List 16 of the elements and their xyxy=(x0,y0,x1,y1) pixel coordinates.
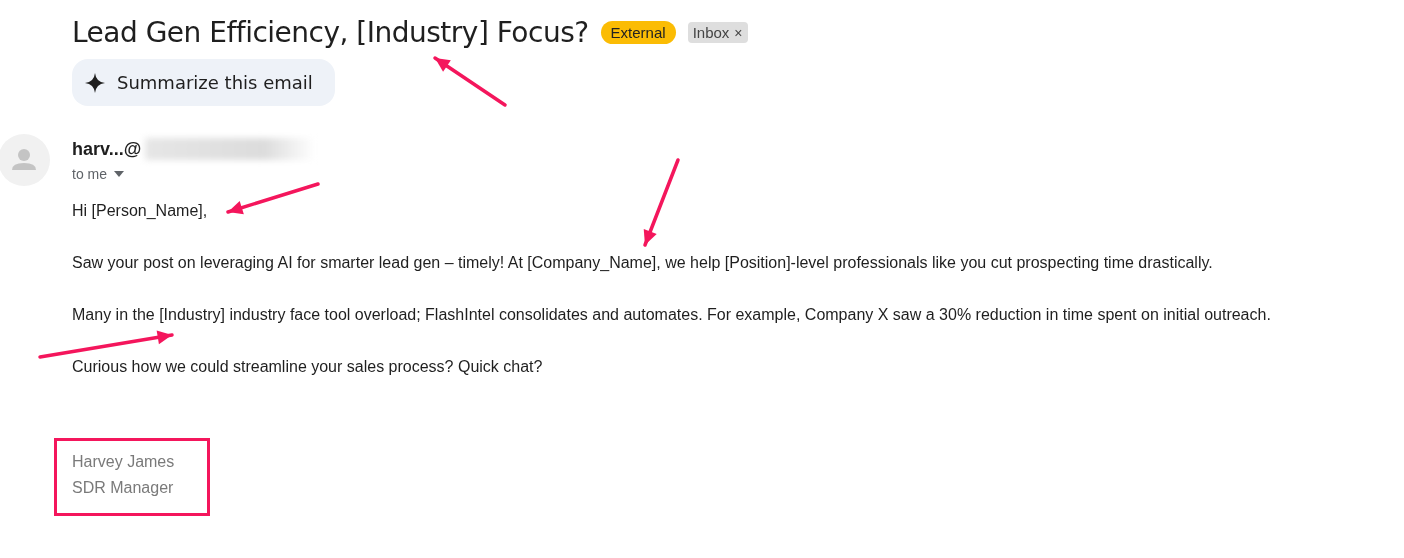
email-subject: Lead Gen Efficiency, [Industry] Focus? xyxy=(72,16,589,49)
sender-name: harv...@ xyxy=(72,138,142,160)
avatar-icon xyxy=(0,134,50,186)
label-chip[interactable]: Inbox × xyxy=(687,22,748,43)
signature-line: Harvey James xyxy=(72,452,176,472)
summarize-button[interactable]: Summarize this email xyxy=(72,59,335,106)
body-paragraph: Curious how we could streamline your sales process? Quick chat? xyxy=(72,358,543,376)
remove-label-button[interactable]: × xyxy=(734,25,743,41)
body-paragraph: Hi [Person_Name], xyxy=(72,202,208,220)
label-chip[interactable]: External xyxy=(600,21,676,44)
recipient-text: to me xyxy=(72,166,107,182)
caret-icon[interactable] xyxy=(114,171,124,177)
signature-line: SDR Manager xyxy=(72,478,175,498)
body-paragraph: Many in the [Industry] industry face tool overload; FlashIntel consolidates and automates. For example, Company X saw a 30% reduction in time spent on initial outreach. xyxy=(72,306,1271,324)
sparkle-icon xyxy=(85,72,105,93)
body-paragraph: Saw your post on leveraging AI for smarter lead gen – timely! At [Company_Name], we help [Position]-level professionals like you cut prospecting time drastically. xyxy=(72,254,1213,272)
